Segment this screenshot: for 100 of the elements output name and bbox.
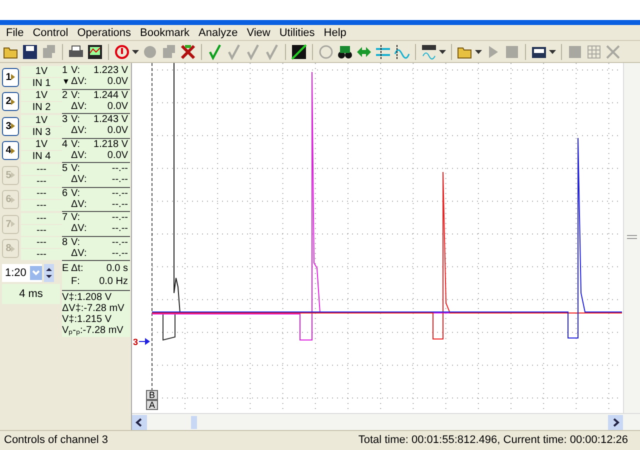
vertical-scrollbar[interactable] (623, 63, 640, 413)
timebase-value: 4 ms (2, 284, 60, 304)
channel-button[interactable]: 1 (2, 68, 19, 87)
cursor-reading: V‡:1.208 V (62, 292, 112, 303)
channel-button[interactable]: 3 (2, 116, 19, 136)
reading-label: ΔV: (71, 125, 87, 136)
scale-value[interactable]: 1V (21, 139, 62, 150)
reading-label: V: (71, 138, 80, 150)
chevron-down-icon (30, 266, 42, 280)
voltage-reading: --.-- (112, 212, 128, 223)
input-value[interactable]: IN 4 (21, 151, 62, 162)
voltage-reading: 1.223 V (94, 65, 128, 76)
scroll-thumb[interactable] (191, 416, 197, 428)
printer-icon (68, 44, 84, 60)
cursor-label[interactable]: B (146, 390, 158, 400)
reading-label: ΔV: (71, 223, 87, 234)
menu-item[interactable]: Operations (73, 26, 136, 40)
menu-item[interactable]: Analyze (194, 26, 242, 40)
input-value[interactable]: IN 3 (21, 126, 62, 138)
play-icon (11, 74, 16, 80)
horizontal-scrollbar[interactable] (132, 413, 640, 430)
reading-label: F: (71, 275, 80, 288)
reading-label: V: (71, 163, 80, 174)
voltage-reading: --.-- (112, 188, 128, 198)
input-value[interactable]: IN 2 (21, 102, 62, 114)
cursor-reading: V‡:1.215 V (62, 314, 112, 325)
channel-number: 8 (62, 236, 69, 248)
stop-icon (504, 44, 520, 60)
scale-value[interactable]: --- (21, 164, 62, 175)
play-icon (11, 148, 16, 154)
marker-icon: ▼ (62, 76, 71, 87)
channel-button[interactable]: 2 (2, 92, 19, 112)
reading-label: V: (71, 188, 80, 198)
reading-label: V: (71, 114, 80, 125)
scale-value[interactable]: --- (21, 237, 62, 248)
cursor-label[interactable]: A (146, 400, 158, 410)
menu-item[interactable]: Control (28, 26, 72, 40)
voltage-reading: 1.244 V (94, 90, 128, 100)
play-icon (11, 98, 16, 105)
event-reading: 0.0 Hz (99, 275, 128, 288)
menu-item[interactable]: Help (320, 26, 350, 40)
input-value[interactable]: --- (21, 224, 62, 236)
delta-reading: 0.0V (107, 150, 128, 160)
channel-number: 2 (62, 90, 69, 100)
check-icon (264, 44, 280, 60)
channel-number: 1 (62, 65, 69, 76)
toolbar-button[interactable] (290, 42, 308, 62)
event-letter: E (62, 262, 70, 276)
scale-value[interactable]: 1V (21, 90, 62, 102)
menu-item[interactable]: Bookmark (136, 26, 194, 40)
save-icon (22, 44, 38, 60)
copy-icon (41, 44, 57, 60)
channel-number: 7 (62, 212, 69, 223)
close-icon (605, 44, 621, 60)
input-value[interactable]: IN 1 (21, 78, 62, 89)
channel-number: 5 (62, 163, 69, 174)
scope-icon (291, 44, 307, 60)
wave-icon (394, 44, 410, 60)
reading-label: ΔV: (71, 150, 87, 160)
input-value[interactable]: --- (21, 249, 62, 260)
grip-icon (627, 235, 637, 239)
delta-reading: 0.0V (107, 76, 128, 87)
status-message: Controls of channel 3 (4, 433, 108, 448)
event-reading: 0.0 s (106, 262, 128, 275)
check-icon (207, 44, 223, 60)
reading-label: ΔV: (71, 100, 87, 112)
status-times: Total time: 00:01:55:812.496, Current time: 00:00:12:26 (358, 433, 628, 448)
delta-reading: --.-- (112, 248, 128, 258)
delta-reading: 0.0V (107, 100, 128, 112)
power-icon (114, 44, 130, 60)
reading-label: ΔV: (71, 198, 87, 210)
voltage-reading: --.-- (112, 236, 128, 248)
scale-value[interactable]: --- (21, 212, 62, 224)
menu-item[interactable]: Utilities (275, 26, 319, 40)
scale-value[interactable]: 1V (21, 66, 62, 77)
voltage-reading: 1.218 V (94, 138, 128, 150)
grid-icon (586, 44, 602, 60)
channel-number: 4 (62, 138, 69, 150)
channel-button[interactable]: 4 (2, 141, 19, 160)
reading-label: ΔV: (71, 174, 87, 185)
stop-icon (567, 44, 583, 60)
zoom-dropdown[interactable]: 1:20 (2, 264, 42, 282)
input-value[interactable]: --- (21, 176, 62, 187)
menu-item[interactable]: View (242, 26, 274, 40)
spin-button[interactable] (44, 264, 54, 282)
binoculars-icon (337, 44, 353, 60)
scale-value[interactable]: 1V (21, 114, 62, 126)
copy-icon (161, 44, 177, 60)
reading-label: V: (71, 212, 80, 223)
play-icon (11, 246, 16, 252)
delta-reading: 0.0V (107, 125, 128, 136)
scroll-right-button[interactable] (608, 414, 623, 430)
delta-reading: --.-- (112, 223, 128, 234)
scroll-left-button[interactable] (132, 414, 147, 430)
input-value[interactable]: --- (21, 200, 62, 212)
voltage-reading: 1.243 V (94, 114, 128, 125)
scale-value[interactable]: --- (21, 188, 62, 200)
play-icon (11, 221, 16, 228)
menu-item[interactable]: File (2, 26, 28, 40)
channel-number: 3 (62, 114, 69, 125)
